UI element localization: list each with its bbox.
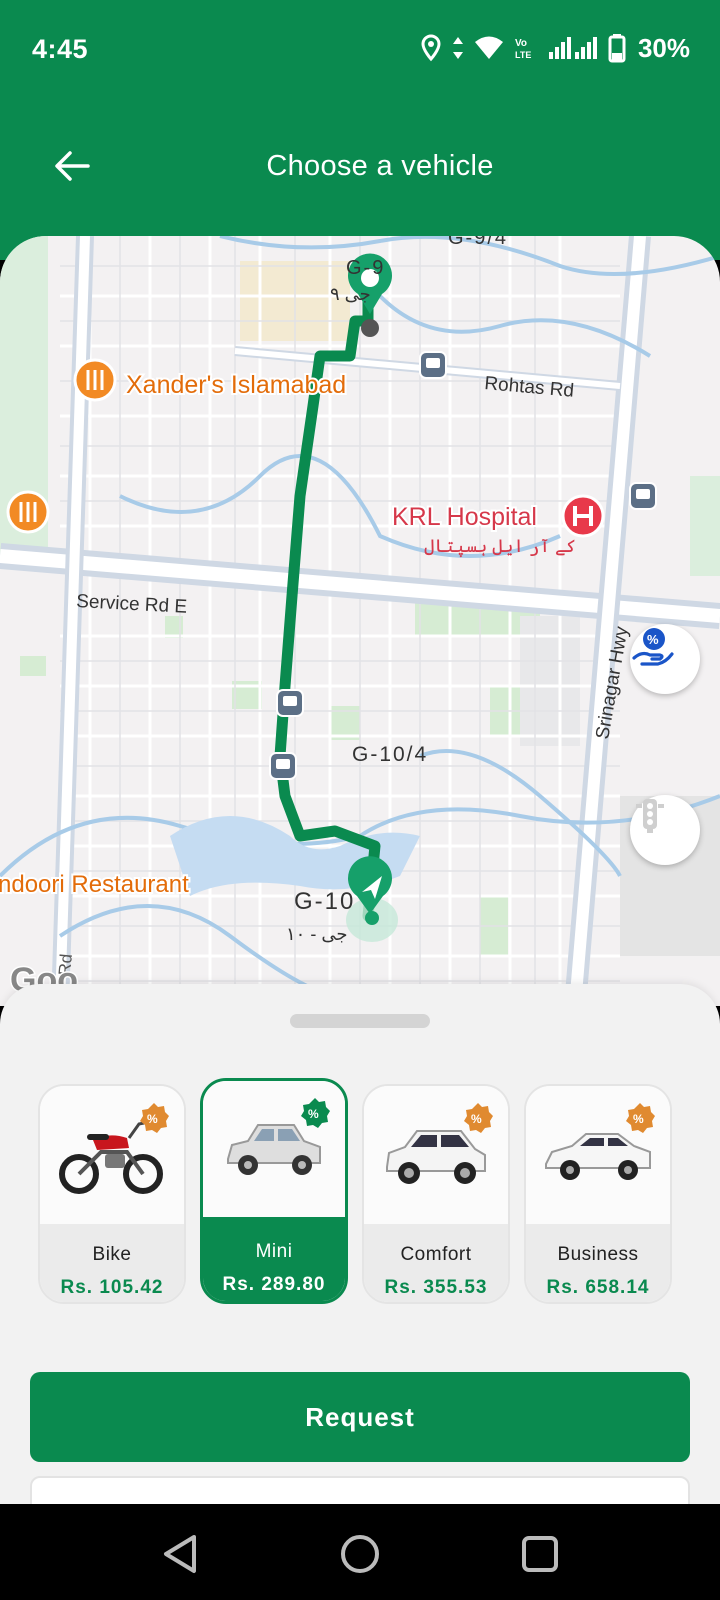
nav-recents-button[interactable]	[516, 1530, 564, 1578]
vehicle-price: Rs. 658.14	[546, 1277, 650, 1298]
vehicle-price: Rs. 289.80	[222, 1274, 326, 1295]
location-icon	[420, 34, 442, 62]
status-icons: Vo LTE 30%	[420, 30, 690, 66]
hospital-pin-icon[interactable]	[561, 494, 605, 538]
area-label: G-9	[346, 257, 385, 279]
sheet-drag-handle[interactable]	[290, 1014, 430, 1028]
vehicle-options: % Bike Rs. 105.42 % Mini Rs. 289.80 % Co…	[38, 1078, 684, 1310]
svg-text:%: %	[308, 1107, 319, 1121]
status-time: 4:45	[32, 34, 89, 64]
status-bar: 4:45 Vo LTE 30%	[0, 0, 720, 96]
app-header: 4:45 Vo LTE 30% Choose a vehicle	[0, 0, 720, 260]
vehicle-price: Rs. 105.42	[60, 1277, 164, 1298]
discount-badge-icon: %	[301, 1098, 330, 1128]
page-title: Choose a vehicle	[266, 150, 494, 182]
nav-recents-icon	[522, 1536, 558, 1572]
request-button[interactable]: Request	[30, 1372, 690, 1462]
vehicle-name: Bike	[92, 1244, 132, 1265]
bus-stop-icon	[629, 482, 657, 510]
vehicle-name: Business	[557, 1244, 639, 1265]
vehicle-info: Bike Rs. 105.42	[40, 1224, 184, 1302]
vehicle-info: Mini Rs. 289.80	[203, 1217, 345, 1301]
place-label: Xander's Islamabad	[126, 371, 346, 399]
svg-text:%: %	[633, 1112, 644, 1126]
svg-text:Vo: Vo	[515, 38, 527, 49]
battery-icon	[608, 33, 626, 63]
place-label: KRL Hospital	[392, 503, 537, 531]
traffic-button[interactable]	[630, 795, 700, 865]
vehicle-sheet: % Bike Rs. 105.42 % Mini Rs. 289.80 % Co…	[0, 984, 720, 1504]
discount-badge-icon: %	[464, 1103, 493, 1133]
restaurant-pin-icon[interactable]	[6, 490, 50, 534]
vehicle-price: Rs. 355.53	[384, 1277, 488, 1298]
bus-stop-icon	[276, 689, 304, 717]
battery-percent: 30%	[637, 32, 690, 63]
nav-home-button[interactable]	[336, 1530, 384, 1578]
restaurant-pin-icon[interactable]	[73, 358, 117, 402]
discount-badge-icon: %	[626, 1103, 655, 1133]
area-label-urdu: جی - ۱۰	[286, 924, 347, 944]
wifi-icon	[474, 35, 504, 61]
map-canvas: G-9/4 G-9 جی ۹ Rohtas Rd Xander's Islama…	[0, 236, 720, 1006]
vehicle-name: Comfort	[400, 1244, 472, 1265]
nav-home-icon	[341, 1535, 379, 1573]
promo-button[interactable]: %	[630, 624, 700, 694]
place-label: ndoori Restaurant	[0, 871, 189, 898]
hand-percent-icon: %	[632, 628, 674, 666]
vehicle-card-comfort[interactable]: % Comfort Rs. 355.53	[362, 1084, 510, 1304]
data-arrows-icon	[452, 35, 464, 61]
park-area	[20, 656, 46, 676]
vehicle-name: Mini	[255, 1241, 293, 1262]
vehicle-card-bike[interactable]: % Bike Rs. 105.42	[38, 1084, 186, 1304]
nav-back-button[interactable]	[156, 1530, 204, 1578]
discount-badge-icon: %	[140, 1103, 169, 1133]
bus-stop-icon	[269, 752, 297, 780]
system-nav-bar	[0, 1504, 720, 1600]
vehicle-info: Business Rs. 658.14	[526, 1224, 670, 1302]
volte-icon: Vo LTE	[514, 35, 538, 61]
svg-text:LTE: LTE	[515, 50, 531, 60]
secondary-panel[interactable]	[30, 1476, 690, 1504]
route-end-dot	[361, 319, 379, 337]
area-label: G-10	[294, 888, 355, 915]
bus-stop-icon	[419, 351, 447, 379]
svg-text:%: %	[647, 632, 659, 647]
vehicle-info: Comfort Rs. 355.53	[364, 1224, 508, 1302]
vehicle-card-business[interactable]: % Business Rs. 658.14	[524, 1084, 672, 1304]
svg-text:%: %	[471, 1112, 482, 1126]
area-label: G-10/4	[352, 743, 428, 766]
road-label: Service Rd E	[76, 591, 188, 618]
route-map[interactable]: G-9/4 G-9 جی ۹ Rohtas Rd Xander's Islama…	[0, 236, 720, 1006]
area-label-urdu: جی ۹	[330, 284, 371, 304]
svg-text:%: %	[147, 1112, 158, 1126]
area-label: G-9/4	[448, 236, 508, 249]
vehicle-card-mini[interactable]: % Mini Rs. 289.80	[200, 1078, 348, 1304]
nav-back-icon	[164, 1535, 196, 1573]
place-label-urdu: کے آر ایل ہسپتال	[424, 536, 576, 558]
traffic-light-icon	[636, 799, 664, 833]
park-area	[690, 476, 720, 576]
signal-icon	[548, 36, 598, 60]
